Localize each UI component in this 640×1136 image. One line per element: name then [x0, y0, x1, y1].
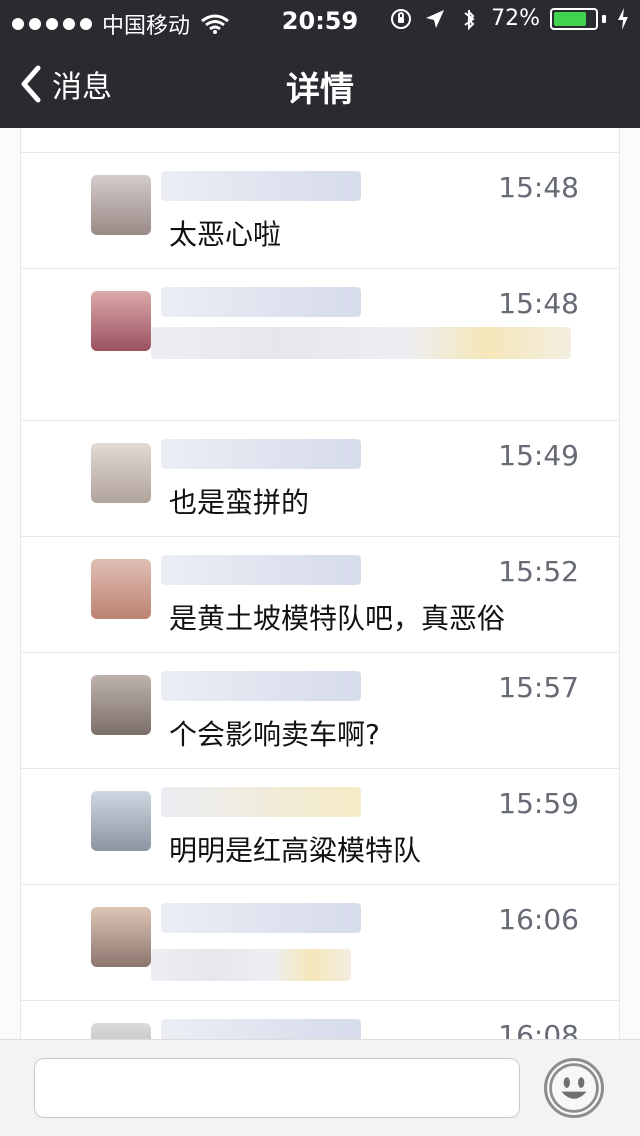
sender-name-blur — [161, 171, 361, 201]
avatar — [91, 675, 151, 735]
avatar — [91, 291, 151, 351]
emoji-icon — [549, 1063, 599, 1113]
avatar — [91, 791, 151, 851]
orientation-lock-icon — [391, 8, 412, 29]
page-title: 详情 — [286, 70, 354, 110]
status-right: 72% — [389, 6, 630, 31]
message-blur — [151, 327, 571, 359]
list-item[interactable]: 15:48 — [21, 268, 619, 421]
message-text: 是黄土坡模特队吧，真恶俗 — [169, 602, 506, 635]
avatar — [91, 907, 151, 967]
charging-bolt-icon — [618, 7, 628, 30]
sender-name-blur — [161, 903, 361, 933]
message-time: 16:06 — [498, 903, 579, 936]
list-item[interactable]: 15:52 是黄土坡模特队吧，真恶俗 — [21, 536, 619, 653]
list-item[interactable]: 15:49 也是蛮拼的 — [21, 420, 619, 537]
navigation-bar: 消息 详情 — [0, 40, 640, 128]
avatar — [91, 1023, 151, 1040]
location-arrow-icon — [426, 9, 445, 28]
message-blur — [151, 949, 351, 981]
message-time: 15:52 — [498, 555, 579, 588]
sender-name-blur — [161, 787, 361, 817]
composer-bar — [0, 1039, 640, 1136]
message-text: 个会影响卖车啊? — [169, 718, 380, 751]
message-input[interactable] — [34, 1058, 520, 1118]
message-time: 15:59 — [498, 787, 579, 820]
message-time: 15:48 — [498, 171, 579, 204]
list-item[interactable]: 15:59 明明是红高粱模特队 — [21, 768, 619, 885]
battery-icon — [550, 7, 598, 30]
avatar — [91, 559, 151, 619]
message-time: 15:57 — [498, 671, 579, 704]
battery-cap — [602, 14, 606, 23]
avatar — [91, 175, 151, 235]
message-time: 15:48 — [498, 287, 579, 320]
message-text: 也是蛮拼的 — [169, 486, 310, 519]
messages-list: 15:48 太恶心啦 15:48 15:49 也是蛮拼的 15:52 是黄土坡模… — [20, 128, 620, 1040]
message-time: 15:49 — [498, 439, 579, 472]
top-header: 中国移动 20:59 72% 消息 详情 — [0, 0, 640, 128]
bluetooth-icon — [464, 9, 475, 30]
list-item[interactable]: 16:06 — [21, 884, 619, 1001]
messages-content: 15:48 太恶心啦 15:48 15:49 也是蛮拼的 15:52 是黄土坡模… — [0, 128, 640, 1040]
sender-name-blur — [161, 439, 361, 469]
battery-fill — [554, 11, 586, 26]
status-bar: 中国移动 20:59 72% — [0, 0, 640, 40]
sender-name-blur — [161, 1019, 361, 1040]
list-item[interactable]: 16:08 — [21, 1000, 619, 1040]
list-item[interactable]: 15:57 个会影响卖车啊? — [21, 652, 619, 769]
message-text: 太恶心啦 — [169, 218, 282, 251]
sender-name-blur — [161, 671, 361, 701]
message-text: 明明是红高粱模特队 — [169, 834, 422, 867]
sender-name-blur — [161, 555, 361, 585]
avatar — [91, 443, 151, 503]
message-time: 16:08 — [498, 1019, 579, 1040]
list-item[interactable]: 15:48 太恶心啦 — [21, 152, 619, 269]
battery-percent: 72% — [491, 6, 540, 31]
emoji-button[interactable] — [544, 1058, 604, 1118]
sender-name-blur — [161, 287, 361, 317]
